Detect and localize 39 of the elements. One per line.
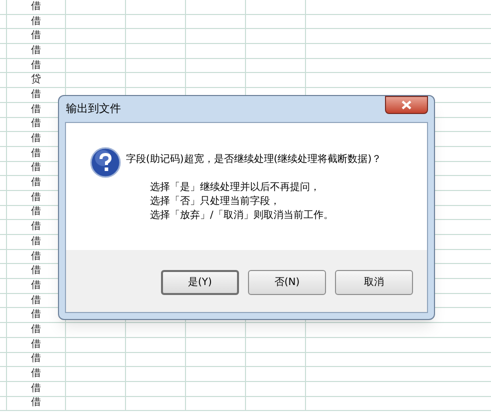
table-cell: 借 bbox=[31, 162, 41, 174]
table-cell: 借 bbox=[31, 148, 41, 160]
table-cell: 借 bbox=[31, 192, 41, 204]
table-cell: 借 bbox=[31, 280, 41, 292]
table-cell: 借 bbox=[31, 206, 41, 218]
table-cell: 借 bbox=[31, 30, 41, 42]
instruction-line: 选择「放弃」/「取消」则取消当前工作。 bbox=[150, 209, 334, 223]
table-cell: 借 bbox=[31, 177, 41, 190]
window-title: 输出到文件 bbox=[66, 100, 121, 117]
table-cell: 借 bbox=[31, 221, 41, 234]
dialog-button[interactable]: 是(Y) bbox=[161, 270, 239, 294]
table-cell: 借 bbox=[31, 44, 41, 57]
table-cell: 借 bbox=[31, 265, 41, 278]
table-cell: 借 bbox=[31, 133, 41, 146]
dialog-button[interactable]: 否(N) bbox=[248, 270, 326, 294]
table-cell: 借 bbox=[31, 16, 41, 28]
close-button[interactable] bbox=[385, 96, 428, 114]
table-cell: 借 bbox=[31, 294, 41, 307]
table-cell: 借 bbox=[31, 0, 41, 13]
instruction-line: 选择「是」继续处理并以后不再提问， bbox=[150, 181, 321, 195]
table-cell: 贷 bbox=[31, 74, 41, 86]
table-cell: 借 bbox=[31, 60, 41, 72]
table-cell: 借 bbox=[31, 88, 41, 101]
dialog-button[interactable]: 取消 bbox=[335, 270, 413, 294]
question-icon bbox=[90, 147, 121, 178]
table-cell: 借 bbox=[31, 338, 41, 351]
table-cell: 借 bbox=[31, 368, 41, 380]
table-cell: 借 bbox=[31, 309, 41, 322]
table-cell: 借 bbox=[31, 397, 41, 410]
close-icon bbox=[401, 100, 412, 110]
table-cell: 借 bbox=[31, 104, 41, 116]
table-cell: 借 bbox=[31, 382, 41, 395]
table-cell: 借 bbox=[31, 236, 41, 248]
message-text: 字段(助记码)超宽，是否继续处理(继续处理将截断数据)？ bbox=[126, 153, 382, 167]
table-cell: 借 bbox=[31, 118, 41, 130]
table-cell: 借 bbox=[31, 250, 41, 263]
table-cell: 借 bbox=[31, 324, 41, 336]
instruction-line: 选择「否」只处理当前字段， bbox=[150, 195, 281, 209]
table-cell: 借 bbox=[31, 353, 41, 366]
